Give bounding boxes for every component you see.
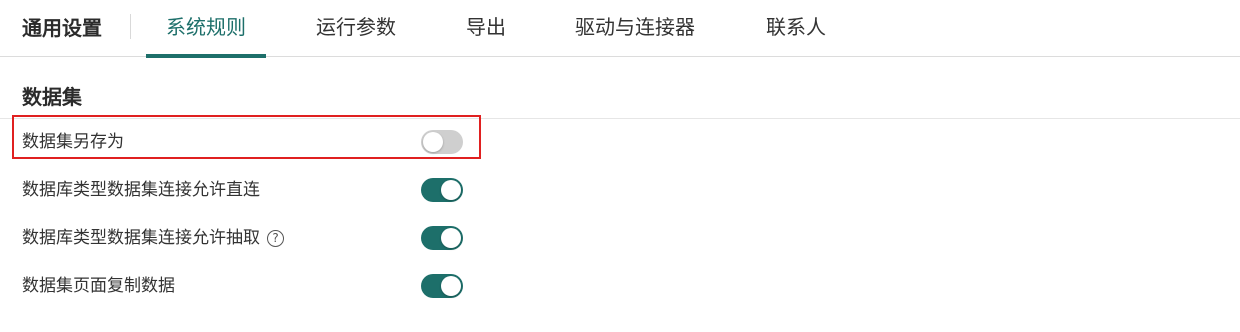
setting-label-text: 数据库类型数据集连接允许抽取 bbox=[22, 228, 260, 248]
tab-label: 联系人 bbox=[766, 15, 826, 39]
setting-label: 数据集页面复制数据 bbox=[22, 274, 175, 298]
setting-label-text: 数据集页面复制数据 bbox=[22, 276, 175, 296]
setting-row-extract: 数据库类型数据集连接允许抽取 ? bbox=[0, 218, 1240, 258]
tab-label: 导出 bbox=[466, 15, 506, 39]
tab-label: 系统规则 bbox=[166, 15, 246, 39]
page-title: 通用设置 bbox=[22, 16, 102, 40]
toggle-knob bbox=[441, 228, 461, 248]
tab-bar: 通用设置 系统规则 运行参数 导出 驱动与连接器 联系人 bbox=[0, 0, 1240, 58]
extract-toggle[interactable] bbox=[421, 226, 463, 250]
setting-row-copy-data: 数据集页面复制数据 bbox=[0, 266, 1240, 306]
setting-label: 数据库类型数据集连接允许直连 bbox=[22, 178, 260, 202]
setting-label-text: 数据库类型数据集连接允许直连 bbox=[22, 180, 260, 200]
tab-contacts[interactable]: 联系人 bbox=[752, 0, 840, 57]
tab-drivers-connectors[interactable]: 驱动与连接器 bbox=[560, 0, 710, 57]
direct-connect-toggle[interactable] bbox=[421, 178, 463, 202]
tab-label: 驱动与连接器 bbox=[575, 15, 695, 39]
toggle-knob bbox=[441, 276, 461, 296]
tab-label: 运行参数 bbox=[316, 15, 396, 39]
setting-row-direct-connect: 数据库类型数据集连接允许直连 bbox=[0, 170, 1240, 210]
tab-system-rules[interactable]: 系统规则 bbox=[146, 0, 266, 58]
setting-label: 数据库类型数据集连接允许抽取 ? bbox=[22, 226, 284, 250]
copy-data-toggle[interactable] bbox=[421, 274, 463, 298]
tab-runtime-params[interactable]: 运行参数 bbox=[296, 0, 416, 57]
question-circle-icon[interactable]: ? bbox=[267, 229, 284, 247]
tab-export[interactable]: 导出 bbox=[446, 0, 526, 57]
toggle-knob bbox=[441, 180, 461, 200]
highlight-annotation-box bbox=[12, 115, 481, 159]
settings-page: 通用设置 系统规则 运行参数 导出 驱动与连接器 联系人 数据集 数据集另存为 … bbox=[0, 0, 1240, 332]
section-title: 数据集 bbox=[22, 85, 82, 109]
title-divider bbox=[130, 14, 131, 39]
